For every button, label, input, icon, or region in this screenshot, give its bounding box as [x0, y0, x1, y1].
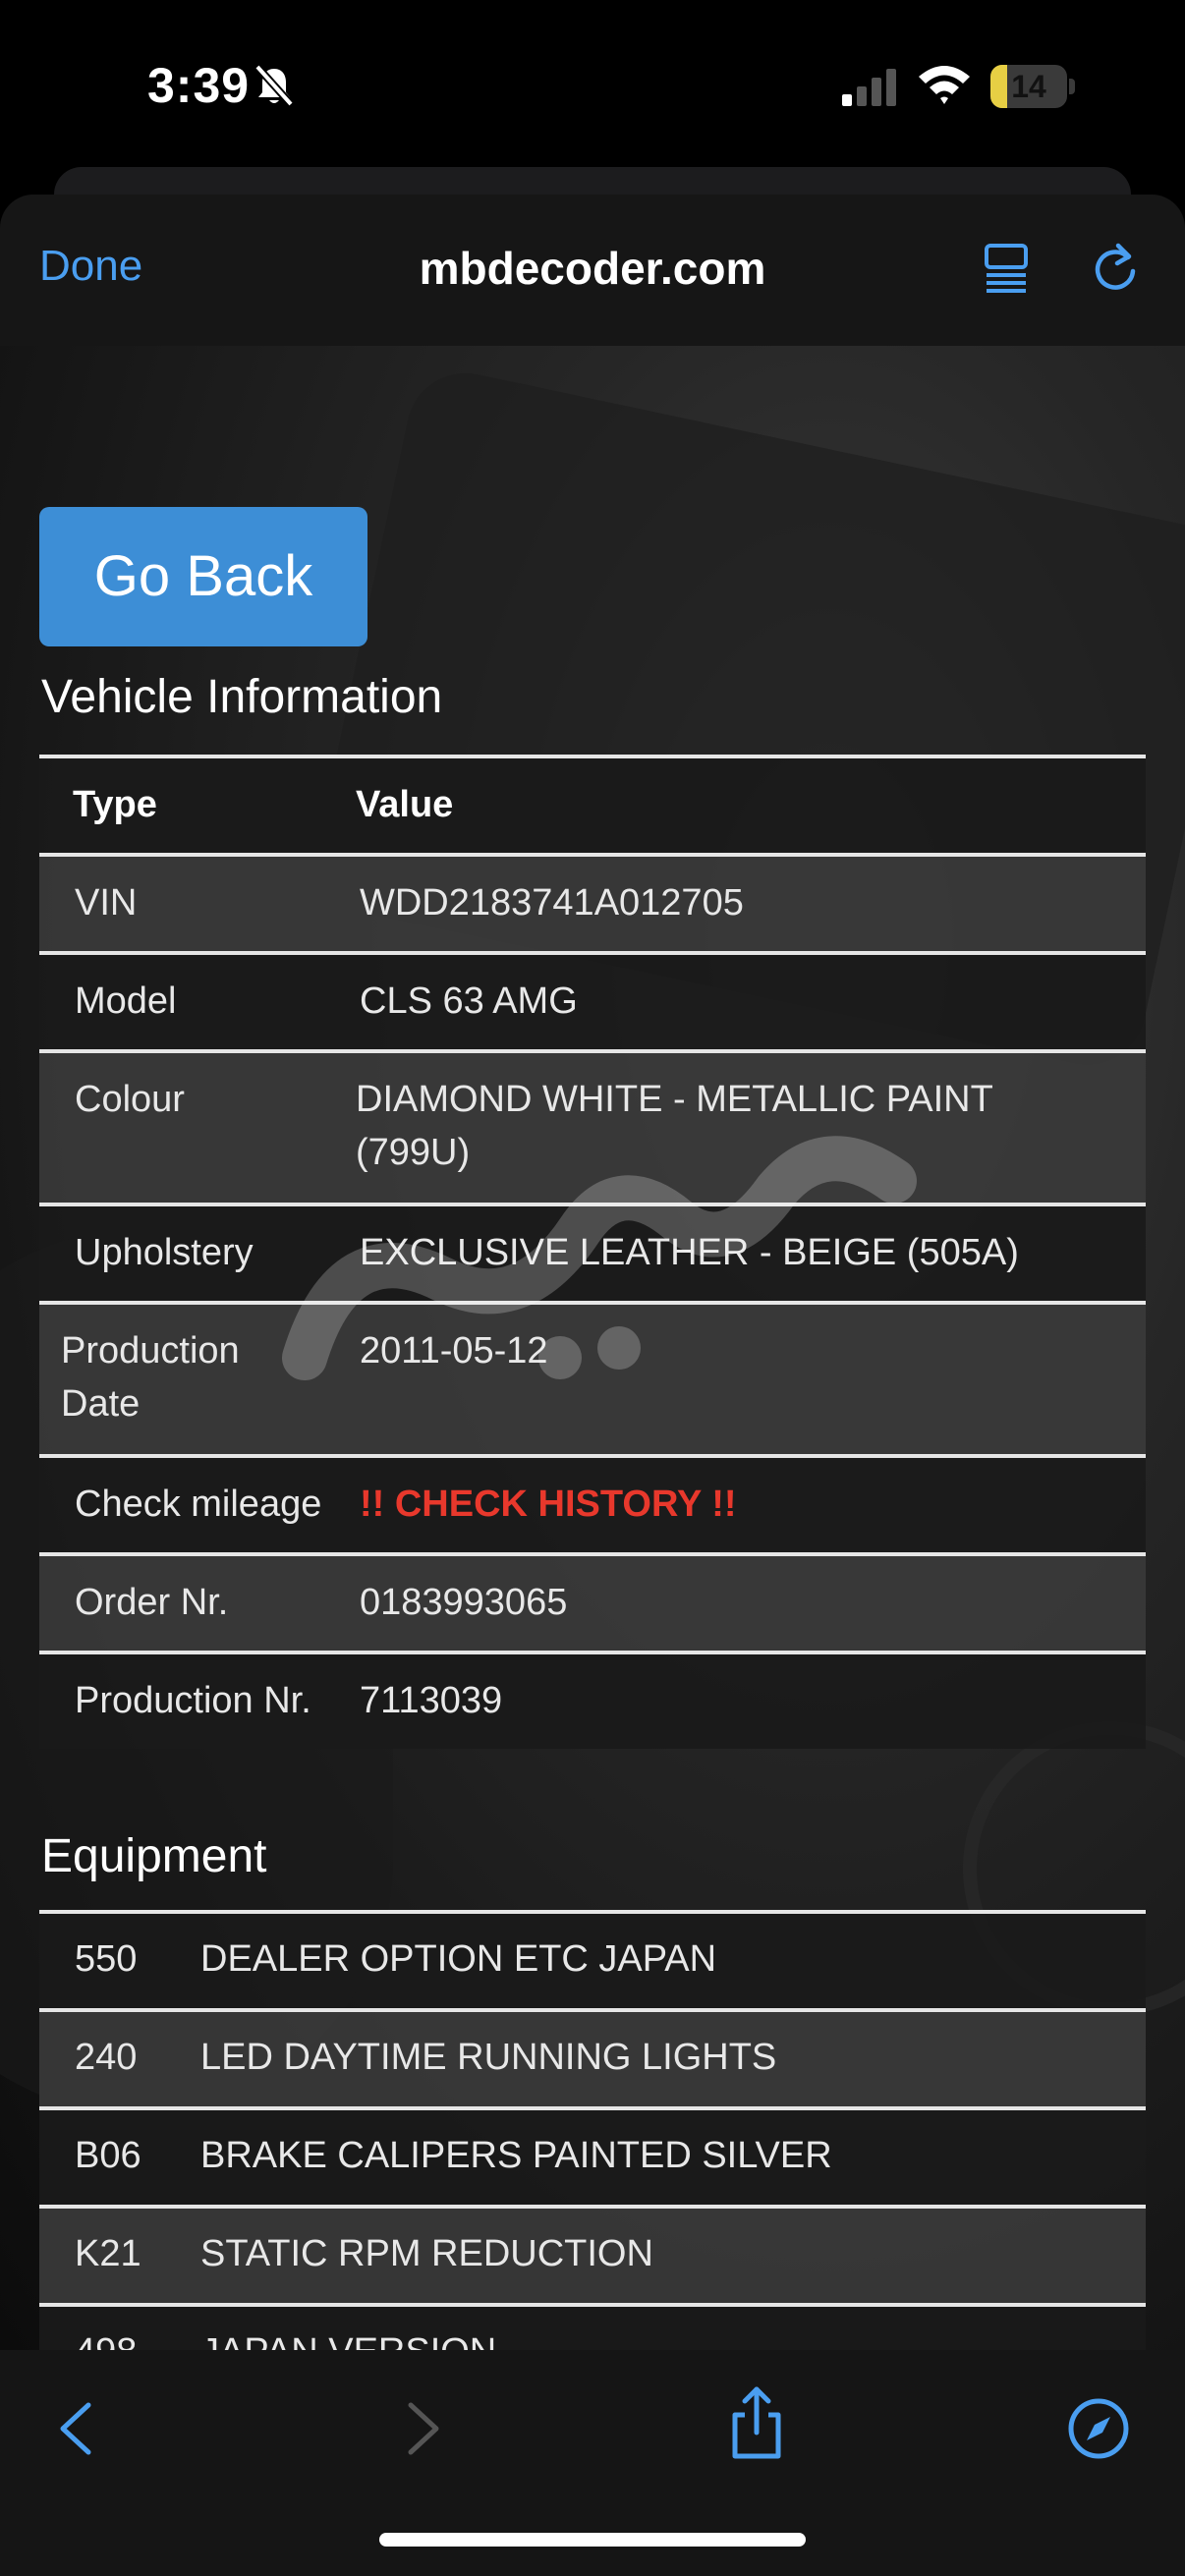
battery-icon: 14 [990, 65, 1075, 108]
table-row: Check mileage !! CHECK HISTORY !! [39, 1454, 1146, 1552]
equipment-row: 240 LED DAYTIME RUNNING LIGHTS [39, 2008, 1146, 2106]
equipment-row: 550 DEALER OPTION ETC JAPAN [39, 1910, 1146, 2008]
battery-level: 14 [1011, 69, 1046, 104]
equipment-description: LED DAYTIME RUNNING LIGHTS [200, 2037, 777, 2078]
equipment-title: Equipment [41, 1830, 267, 1882]
forward-arrow-icon[interactable] [383, 2389, 462, 2468]
reload-icon[interactable] [1089, 240, 1142, 295]
watermark-logo [282, 1136, 917, 1380]
row-type: Order Nr. [75, 1582, 229, 1623]
row-type: Model [75, 980, 177, 1022]
status-bar: 3:39 14 [0, 0, 1185, 167]
compass-icon[interactable] [1059, 2389, 1138, 2468]
row-value: 0183993065 [360, 1582, 568, 1623]
row-value: 7113039 [360, 1680, 503, 1721]
web-page-content: Go Back Vehicle Information Type Value V… [0, 346, 1185, 2350]
row-value: WDD2183741A012705 [360, 882, 744, 924]
equipment-row: 498 JAPAN VERSION [39, 2303, 1146, 2350]
reader-view-icon[interactable] [983, 242, 1032, 295]
cellular-signal-icon [842, 69, 896, 106]
status-time: 3:39 [147, 58, 251, 113]
table-header-row: Type Value [39, 755, 1146, 853]
equipment-code: 498 [39, 2307, 200, 2350]
equipment-row: K21 STATIC RPM REDUCTION [39, 2205, 1146, 2303]
equipment-description: BRAKE CALIPERS PAINTED SILVER [200, 2135, 832, 2176]
vehicle-information-title: Vehicle Information [41, 671, 443, 723]
equipment-description: DEALER OPTION ETC JAPAN [200, 1938, 717, 1980]
row-value: CLS 63 AMG [360, 980, 578, 1022]
table-row: Order Nr. 0183993065 [39, 1552, 1146, 1651]
bell-slash-icon [254, 64, 294, 107]
equipment-table: 550 DEALER OPTION ETC JAPAN 240 LED DAYT… [39, 1910, 1146, 2350]
equipment-code: B06 [75, 2135, 141, 2176]
header-type: Type [73, 784, 157, 825]
row-type: Production Nr. [75, 1680, 311, 1721]
equipment-code: K21 [75, 2233, 141, 2274]
header-value: Value [356, 784, 454, 825]
equipment-description: JAPAN VERSION [200, 2307, 496, 2350]
table-row: Production Nr. 7113039 [39, 1651, 1146, 1749]
table-row: VIN WDD2183741A012705 [39, 853, 1146, 951]
home-indicator [379, 2533, 806, 2547]
equipment-row: B06 BRAKE CALIPERS PAINTED SILVER [39, 2106, 1146, 2205]
back-arrow-icon[interactable] [37, 2389, 116, 2468]
browser-toolbar [0, 2350, 1185, 2576]
share-icon[interactable] [717, 2383, 796, 2462]
mileage-warning: !! CHECK HISTORY !! [360, 1484, 737, 1525]
equipment-code: 240 [75, 2037, 138, 2078]
equipment-code: 550 [75, 1938, 138, 1980]
wifi-icon [919, 66, 970, 104]
row-type: VIN [75, 882, 138, 924]
table-row: Model CLS 63 AMG [39, 951, 1146, 1049]
go-back-button[interactable]: Go Back [39, 507, 367, 646]
browser-header: Done mbdecoder.com [0, 195, 1185, 346]
equipment-description: STATIC RPM REDUCTION [200, 2233, 653, 2274]
row-type: Check mileage [75, 1484, 322, 1525]
